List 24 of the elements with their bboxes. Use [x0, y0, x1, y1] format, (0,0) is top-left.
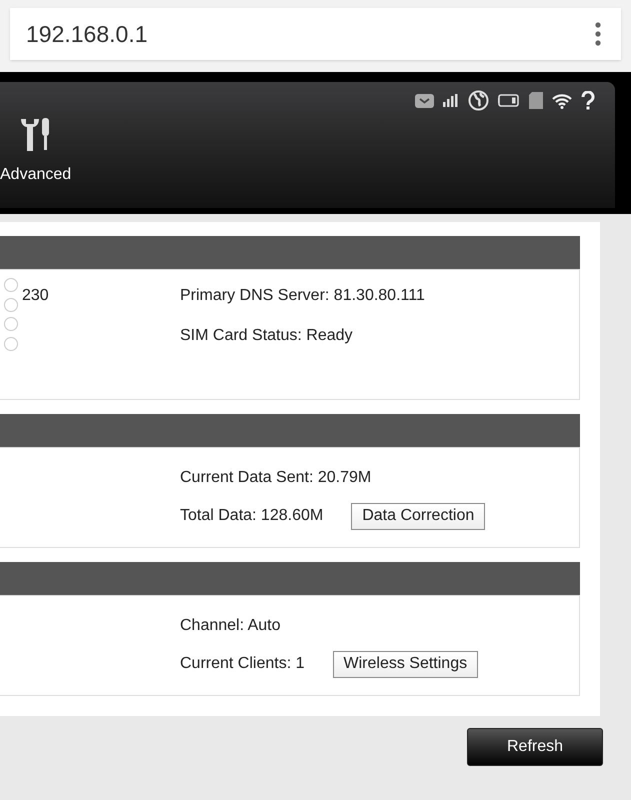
- nav-tab[interactable]: Advanced: [0, 117, 72, 187]
- info-text: Current Clients: 1: [180, 654, 304, 674]
- radio-button[interactable]: [4, 278, 18, 292]
- globe-icon[interactable]: [468, 90, 489, 111]
- action-button[interactable]: Data Correction: [351, 502, 486, 530]
- info-text: Channel: Auto: [180, 616, 282, 636]
- menu-icon[interactable]: [595, 22, 601, 46]
- signal-icon[interactable]: [443, 94, 459, 107]
- mail-icon[interactable]: [415, 94, 434, 108]
- refresh-button[interactable]: Refresh: [467, 728, 603, 766]
- info-text: SIM Card Status: Ready: [180, 326, 354, 346]
- battery-icon[interactable]: [498, 94, 520, 107]
- info-text: Total Data: 128.60M: [180, 506, 324, 526]
- info-value: 230: [22, 287, 49, 304]
- wifi-icon[interactable]: [552, 92, 572, 108]
- radio-button[interactable]: [4, 336, 18, 350]
- info-text: Current Data Sent: 20.79M: [180, 468, 372, 488]
- address-bar[interactable]: 192.168.0.1: [10, 8, 621, 60]
- url-text: 192.168.0.1: [26, 20, 148, 49]
- radio-button[interactable]: [4, 317, 18, 331]
- action-button[interactable]: Wireless Settings: [332, 650, 478, 678]
- info-text: Primary DNS Server: 81.30.80.111: [180, 286, 425, 306]
- help-icon[interactable]: [581, 91, 595, 110]
- radio-button[interactable]: [4, 298, 18, 312]
